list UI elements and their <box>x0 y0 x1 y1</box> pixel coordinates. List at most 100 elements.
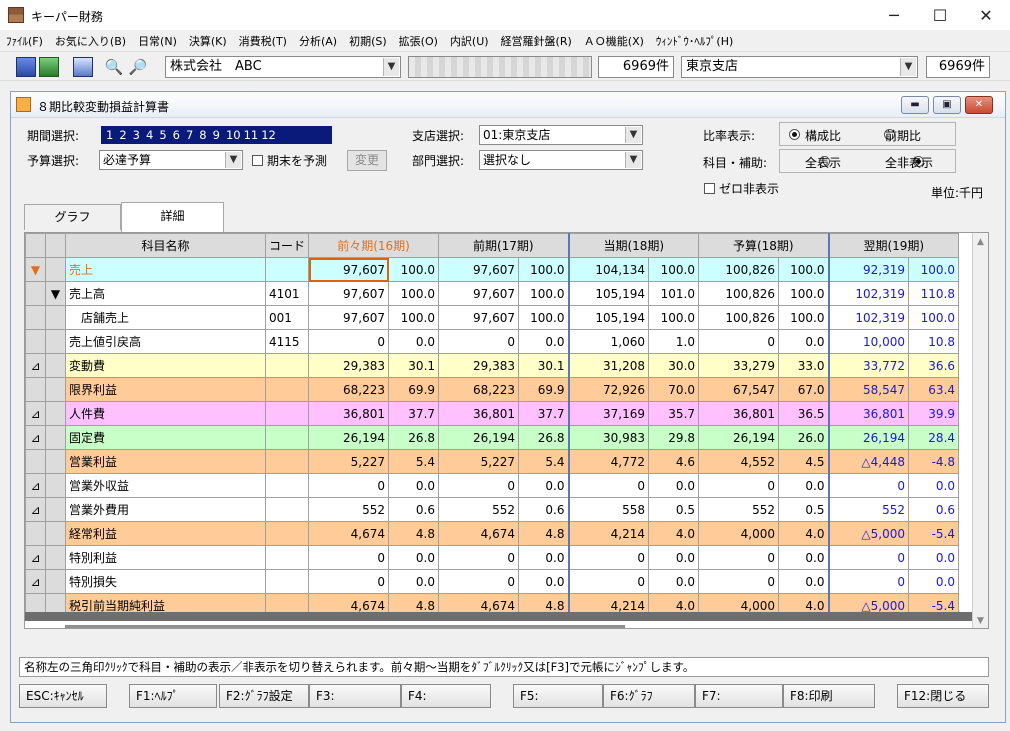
table-row[interactable]: ⊿ 固定費 26,194 26.8 26,194 26.8 30,983 29.8 26,194… <box>25 425 960 450</box>
branch-select[interactable]: 東京支店 ▼ <box>681 56 918 78</box>
toggle-triangle-icon[interactable]: ⊿ <box>25 497 46 522</box>
table-row[interactable]: ▼ 売上高 4101 97,607 100.0 97,607 100.0 105,194 101… <box>25 281 960 306</box>
account-name-cell[interactable]: 人件費 <box>65 401 266 426</box>
amount-cell[interactable]: 4,772 <box>567 449 650 474</box>
chevron-down-icon[interactable]: ▼ <box>625 127 641 143</box>
table-row[interactable]: ⊿ 営業外収益 0 0.0 0 0.0 0 0.0 0 0.0 0 0.0 <box>25 473 960 498</box>
amount-cell[interactable]: 105,194 <box>567 305 650 330</box>
period-10[interactable]: 10 <box>226 128 241 142</box>
amount-cell[interactable]: 4,674 <box>438 521 520 546</box>
amount-cell[interactable]: 97,607 <box>438 257 520 282</box>
monitor-icon[interactable] <box>16 57 36 77</box>
table-row[interactable]: ⊿ 変動費 29,383 30.1 29,383 30.1 31,208 30.0 33,279… <box>25 353 960 378</box>
menu-favorites[interactable]: お気に入り(B) <box>49 33 132 49</box>
account-name-cell[interactable]: 限界利益 <box>65 377 266 402</box>
period-11[interactable]: 11 <box>244 128 259 142</box>
amount-cell[interactable]: 68,223 <box>438 377 520 402</box>
amount-cell[interactable]: 37,169 <box>567 401 650 426</box>
amount-cell[interactable]: 4,000 <box>698 521 780 546</box>
f1-help-button[interactable]: F1:ﾍﾙﾌﾟ <box>129 684 217 708</box>
amount-cell[interactable]: 100,826 <box>698 305 780 330</box>
amount-cell[interactable]: 0 <box>308 545 390 570</box>
company-select[interactable]: 株式会社 ABC ▼ <box>165 56 401 78</box>
amount-cell[interactable]: 36,801 <box>308 401 390 426</box>
menu-daily[interactable]: 日常(N) <box>132 33 183 49</box>
amount-cell[interactable]: 29,383 <box>438 353 520 378</box>
amount-cell[interactable]: 26,194 <box>438 425 520 450</box>
menu-closing[interactable]: 決算(K) <box>183 33 233 49</box>
scroll-down-icon[interactable]: ▼ <box>973 616 988 626</box>
amount-cell[interactable]: 72,926 <box>567 377 650 402</box>
change-button[interactable]: 変更 <box>347 150 387 171</box>
amount-cell[interactable]: 0 <box>827 545 910 570</box>
period-7[interactable]: 7 <box>186 128 193 142</box>
amount-cell[interactable]: △5,000 <box>827 521 910 546</box>
amount-cell[interactable]: 4,552 <box>698 449 780 474</box>
amount-cell[interactable]: 92,319 <box>827 257 910 282</box>
amount-cell[interactable]: 33,279 <box>698 353 780 378</box>
dept-combo[interactable]: 選択なし ▼ <box>479 150 643 170</box>
menu-ao[interactable]: ＡＯ機能(X) <box>578 33 650 49</box>
branch-combo[interactable]: 01:東京支店 ▼ <box>479 125 643 145</box>
budget-select[interactable]: 必達予算 ▼ <box>99 150 243 170</box>
amount-cell[interactable]: 26,194 <box>698 425 780 450</box>
expand-arrow-icon[interactable]: ▼ <box>45 281 66 306</box>
account-name-cell[interactable]: 店舗売上 <box>65 305 266 330</box>
amount-cell[interactable]: 0 <box>827 569 910 594</box>
scroll-up-icon[interactable]: ▲ <box>973 237 988 247</box>
amount-cell[interactable]: 58,547 <box>827 377 910 402</box>
account-name-cell[interactable]: 特別損失 <box>65 569 266 594</box>
menu-tax[interactable]: 消費税(T) <box>233 33 293 49</box>
refresh-icon[interactable] <box>39 57 59 77</box>
amount-cell[interactable]: 0 <box>698 569 780 594</box>
amount-cell[interactable]: 102,319 <box>827 281 910 306</box>
zoom-in-icon[interactable]: 🔍 <box>104 57 124 77</box>
amount-cell[interactable]: 97,607 <box>308 305 390 330</box>
f6-graph-button[interactable]: F6:ｸﾞﾗﾌ <box>603 684 695 708</box>
amount-cell[interactable]: 68,223 <box>308 377 390 402</box>
header-prev2[interactable]: 前々期(16期) <box>308 233 440 258</box>
f8-print-button[interactable]: F8:印刷 <box>783 684 875 708</box>
menu-compass[interactable]: 経営羅針盤(R) <box>495 33 578 49</box>
table-row[interactable]: 限界利益 68,223 69.9 68,223 69.9 72,926 70.0 67,547… <box>25 377 960 402</box>
amount-cell[interactable]: 26,194 <box>308 425 390 450</box>
period-selector[interactable]: 1 2 3 4 5 6 7 8 9 10 11 12 <box>101 126 332 144</box>
amount-cell[interactable]: 31,208 <box>567 353 650 378</box>
tab-graph[interactable]: グラフ <box>24 204 121 230</box>
menu-analysis[interactable]: 分析(A) <box>293 33 343 49</box>
header-name[interactable]: 科目名称 <box>65 233 266 258</box>
esc-cancel-button[interactable]: ESC:ｷｬﾝｾﾙ <box>19 684 107 708</box>
f12-close-button[interactable]: F12:閉じる <box>897 684 989 708</box>
period-5[interactable]: 5 <box>159 128 166 142</box>
toggle-triangle-icon[interactable]: ⊿ <box>25 425 46 450</box>
zero-hide-checkbox[interactable] <box>704 183 715 194</box>
table-row[interactable]: ⊿ 特別利益 0 0.0 0 0.0 0 0.0 0 0.0 0 0.0 <box>25 545 960 570</box>
amount-cell[interactable]: 97,607 <box>308 281 390 306</box>
child-close-button[interactable]: ✕ <box>965 96 993 114</box>
chevron-down-icon[interactable]: ▼ <box>383 58 399 76</box>
toggle-triangle-icon[interactable]: ⊿ <box>25 473 46 498</box>
period-3[interactable]: 3 <box>133 128 140 142</box>
amount-cell[interactable]: 0 <box>567 569 650 594</box>
account-name-cell[interactable]: 営業利益 <box>65 449 266 474</box>
amount-cell[interactable]: 36,801 <box>438 401 520 426</box>
header-code[interactable]: コード <box>264 233 310 258</box>
amount-cell[interactable]: 33,772 <box>827 353 910 378</box>
menu-file[interactable]: ﾌｧｲﾙ(F) <box>0 33 49 49</box>
amount-cell[interactable]: 100,826 <box>698 257 780 282</box>
amount-cell[interactable]: 67,547 <box>698 377 780 402</box>
amount-cell[interactable]: 552 <box>308 497 390 522</box>
account-name-cell[interactable]: 売上高 <box>65 281 266 306</box>
period-9[interactable]: 9 <box>213 128 220 142</box>
amount-cell[interactable]: 0 <box>438 473 520 498</box>
toggle-triangle-icon[interactable]: ⊿ <box>25 569 46 594</box>
table-row[interactable]: ⊿ 人件費 36,801 37.7 36,801 37.7 37,169 35.7 36,801… <box>25 401 960 426</box>
amount-cell[interactable]: 97,607 <box>308 257 390 282</box>
ratio-composition-radio[interactable] <box>789 129 800 140</box>
account-name-cell[interactable]: 売上 <box>65 257 266 282</box>
period-4[interactable]: 4 <box>146 128 153 142</box>
f3-button[interactable]: F3: <box>309 684 401 708</box>
amount-cell[interactable]: 5,227 <box>308 449 390 474</box>
amount-cell[interactable]: 30,983 <box>567 425 650 450</box>
toggle-triangle-icon[interactable]: ⊿ <box>25 353 46 378</box>
